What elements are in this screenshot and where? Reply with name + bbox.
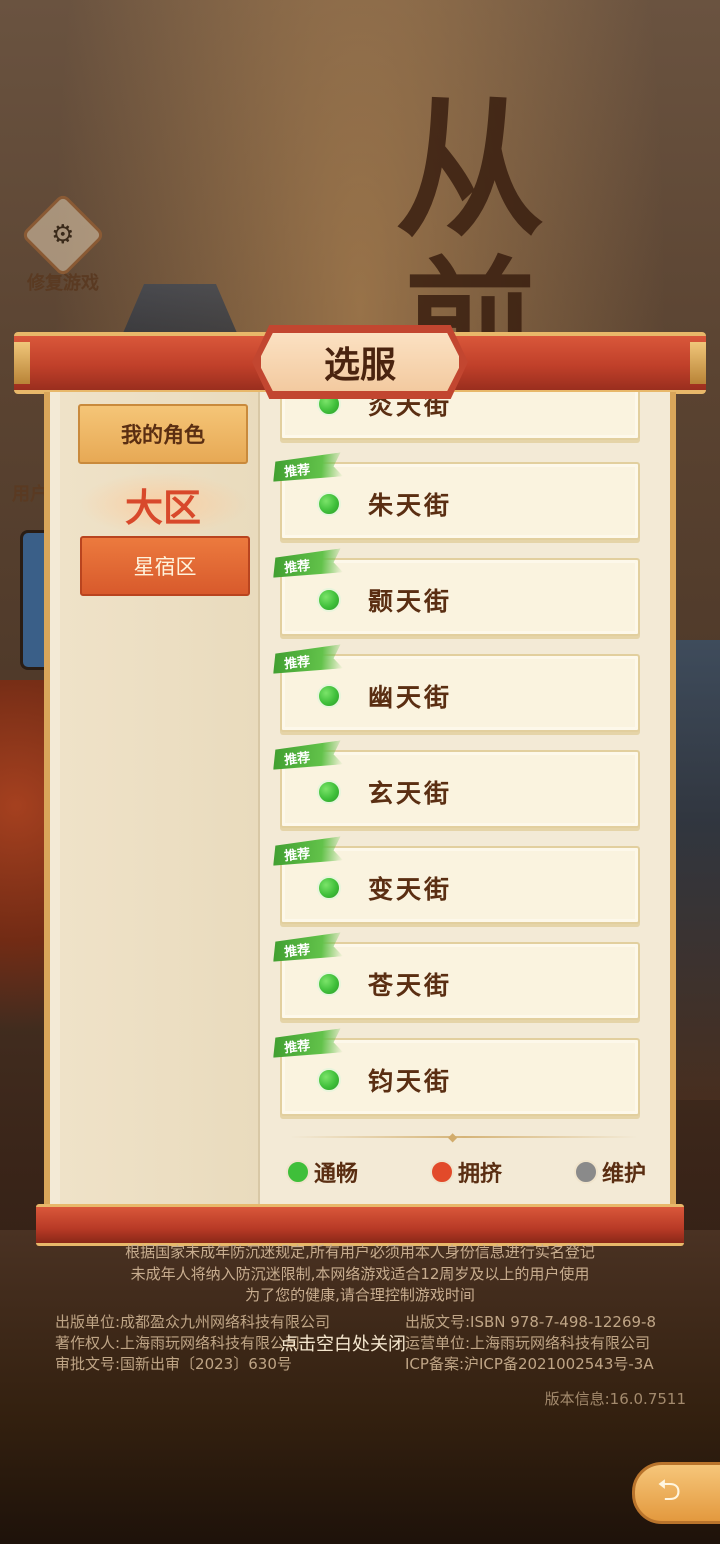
title-calligraphy: 从 前 [395, 95, 585, 385]
tab-my-characters[interactable]: 我的角色 [78, 404, 248, 464]
legend-divider [290, 1136, 638, 1138]
recommend-badge: 推荐 [272, 1028, 343, 1059]
server-card[interactable]: 推荐 苍天街 [280, 942, 640, 1020]
server-card[interactable]: 推荐 朱天街 [280, 462, 640, 540]
repair-game-label: 修复游戏 [27, 273, 99, 294]
modal-title: 选服 [258, 330, 462, 394]
legend-crowded: 拥挤 [429, 1156, 502, 1188]
recommend-badge: 推荐 [272, 836, 343, 867]
publisher-info: 出版单位:成都盈众九州网络科技有限公司 [55, 1313, 331, 1331]
server-name: 苍天街 [368, 971, 453, 1000]
legend-dot-crowded [429, 1160, 454, 1184]
legend-smooth: 通畅 [286, 1156, 358, 1188]
legend-maintenance: 维护 [573, 1156, 646, 1188]
operator-info: 运营单位:上海雨玩网络科技有限公司 [405, 1334, 651, 1352]
recommend-badge: 推荐 [272, 740, 343, 771]
server-card[interactable]: 炎天街 [280, 392, 640, 440]
legal-notice-3: 为了您的健康,请合理控制游戏时间 [245, 1286, 475, 1304]
icp-info: ICP备案:沪ICP备2021002543号-3A [405, 1355, 654, 1373]
copyright-info: 著作权人:上海雨玩网络科技有限公司 [55, 1334, 301, 1352]
server-card[interactable]: 推荐 变天街 [280, 846, 640, 924]
legal-notice-2: 未成年人将纳入防沉迷限制,本网络游戏适合12周岁及以上的用户使用 [130, 1265, 590, 1283]
user-button-label: 用户 [12, 484, 48, 505]
version-info: 版本信息:16.0.7511 [544, 1390, 686, 1408]
recommend-badge: 推荐 [272, 644, 343, 675]
tab-region-xingxiu[interactable]: 星宿区 [80, 536, 250, 596]
calligraphy-char-1: 从 [395, 82, 546, 258]
gear-icon: ⚙ [20, 192, 106, 278]
server-card[interactable]: 推荐 幽天街 [280, 654, 640, 732]
server-select-panel: 我的角色 大区 星宿区 炎天街 推荐 朱天街 推荐 颢天街 推荐 幽天街 推荐 … [44, 392, 676, 1206]
close-hint[interactable]: 点击空白处关闭 [280, 1330, 406, 1356]
status-dot-smooth [317, 684, 341, 708]
legend-maintenance-label: 维护 [601, 1162, 646, 1187]
server-name: 钧天街 [368, 1067, 453, 1096]
status-dot-smooth [317, 876, 341, 900]
legend-crowded-label: 拥挤 [457, 1162, 502, 1187]
status-dot-smooth [317, 972, 341, 996]
server-name: 玄天街 [368, 779, 453, 808]
recommend-badge: 推荐 [272, 932, 343, 963]
server-card[interactable]: 推荐 颢天街 [280, 558, 640, 636]
legend-dot-maintenance [573, 1160, 598, 1184]
server-name: 变天街 [368, 875, 453, 904]
legend-dot-smooth [286, 1160, 310, 1184]
status-dot-smooth [317, 492, 341, 516]
status-dot-smooth [317, 780, 341, 804]
server-card[interactable]: 推荐 钧天街 [280, 1038, 640, 1116]
scroll-rod-bottom [36, 1204, 684, 1246]
status-dot-smooth [317, 588, 341, 612]
legal-notice-1: 根据国家未成年防沉迷规定,所有用户必须用本人身份信息进行实名登记 [125, 1243, 595, 1261]
region-sidebar: 我的角色 大区 星宿区 [60, 392, 260, 1206]
server-name: 颢天街 [368, 587, 453, 616]
approval-info: 审批文号:国新出审〔2023〕630号 [55, 1355, 292, 1373]
repair-game-button[interactable]: ⚙ 修复游戏 [18, 192, 108, 295]
status-legend: 通畅 拥挤 维护 [286, 1154, 646, 1190]
status-dot-smooth [317, 1068, 341, 1092]
recommend-badge: 推荐 [272, 548, 343, 579]
server-list[interactable]: 炎天街 推荐 朱天街 推荐 颢天街 推荐 幽天街 推荐 玄天街 推荐 变天街 推… [272, 392, 648, 1132]
legend-smooth-label: 通畅 [314, 1162, 359, 1187]
back-button[interactable]: ⮌ [632, 1462, 720, 1524]
region-heading: 大区 [78, 472, 248, 536]
back-arrow-icon: ⮌ [657, 1472, 682, 1508]
isbn-info: 出版文号:ISBN 978-7-498-12269-8 [405, 1313, 656, 1331]
server-name: 朱天街 [368, 491, 453, 520]
server-name: 幽天街 [368, 683, 453, 712]
recommend-badge: 推荐 [272, 452, 343, 483]
server-card[interactable]: 推荐 玄天街 [280, 750, 640, 828]
divider-ornament: ◆ [448, 1130, 458, 1144]
